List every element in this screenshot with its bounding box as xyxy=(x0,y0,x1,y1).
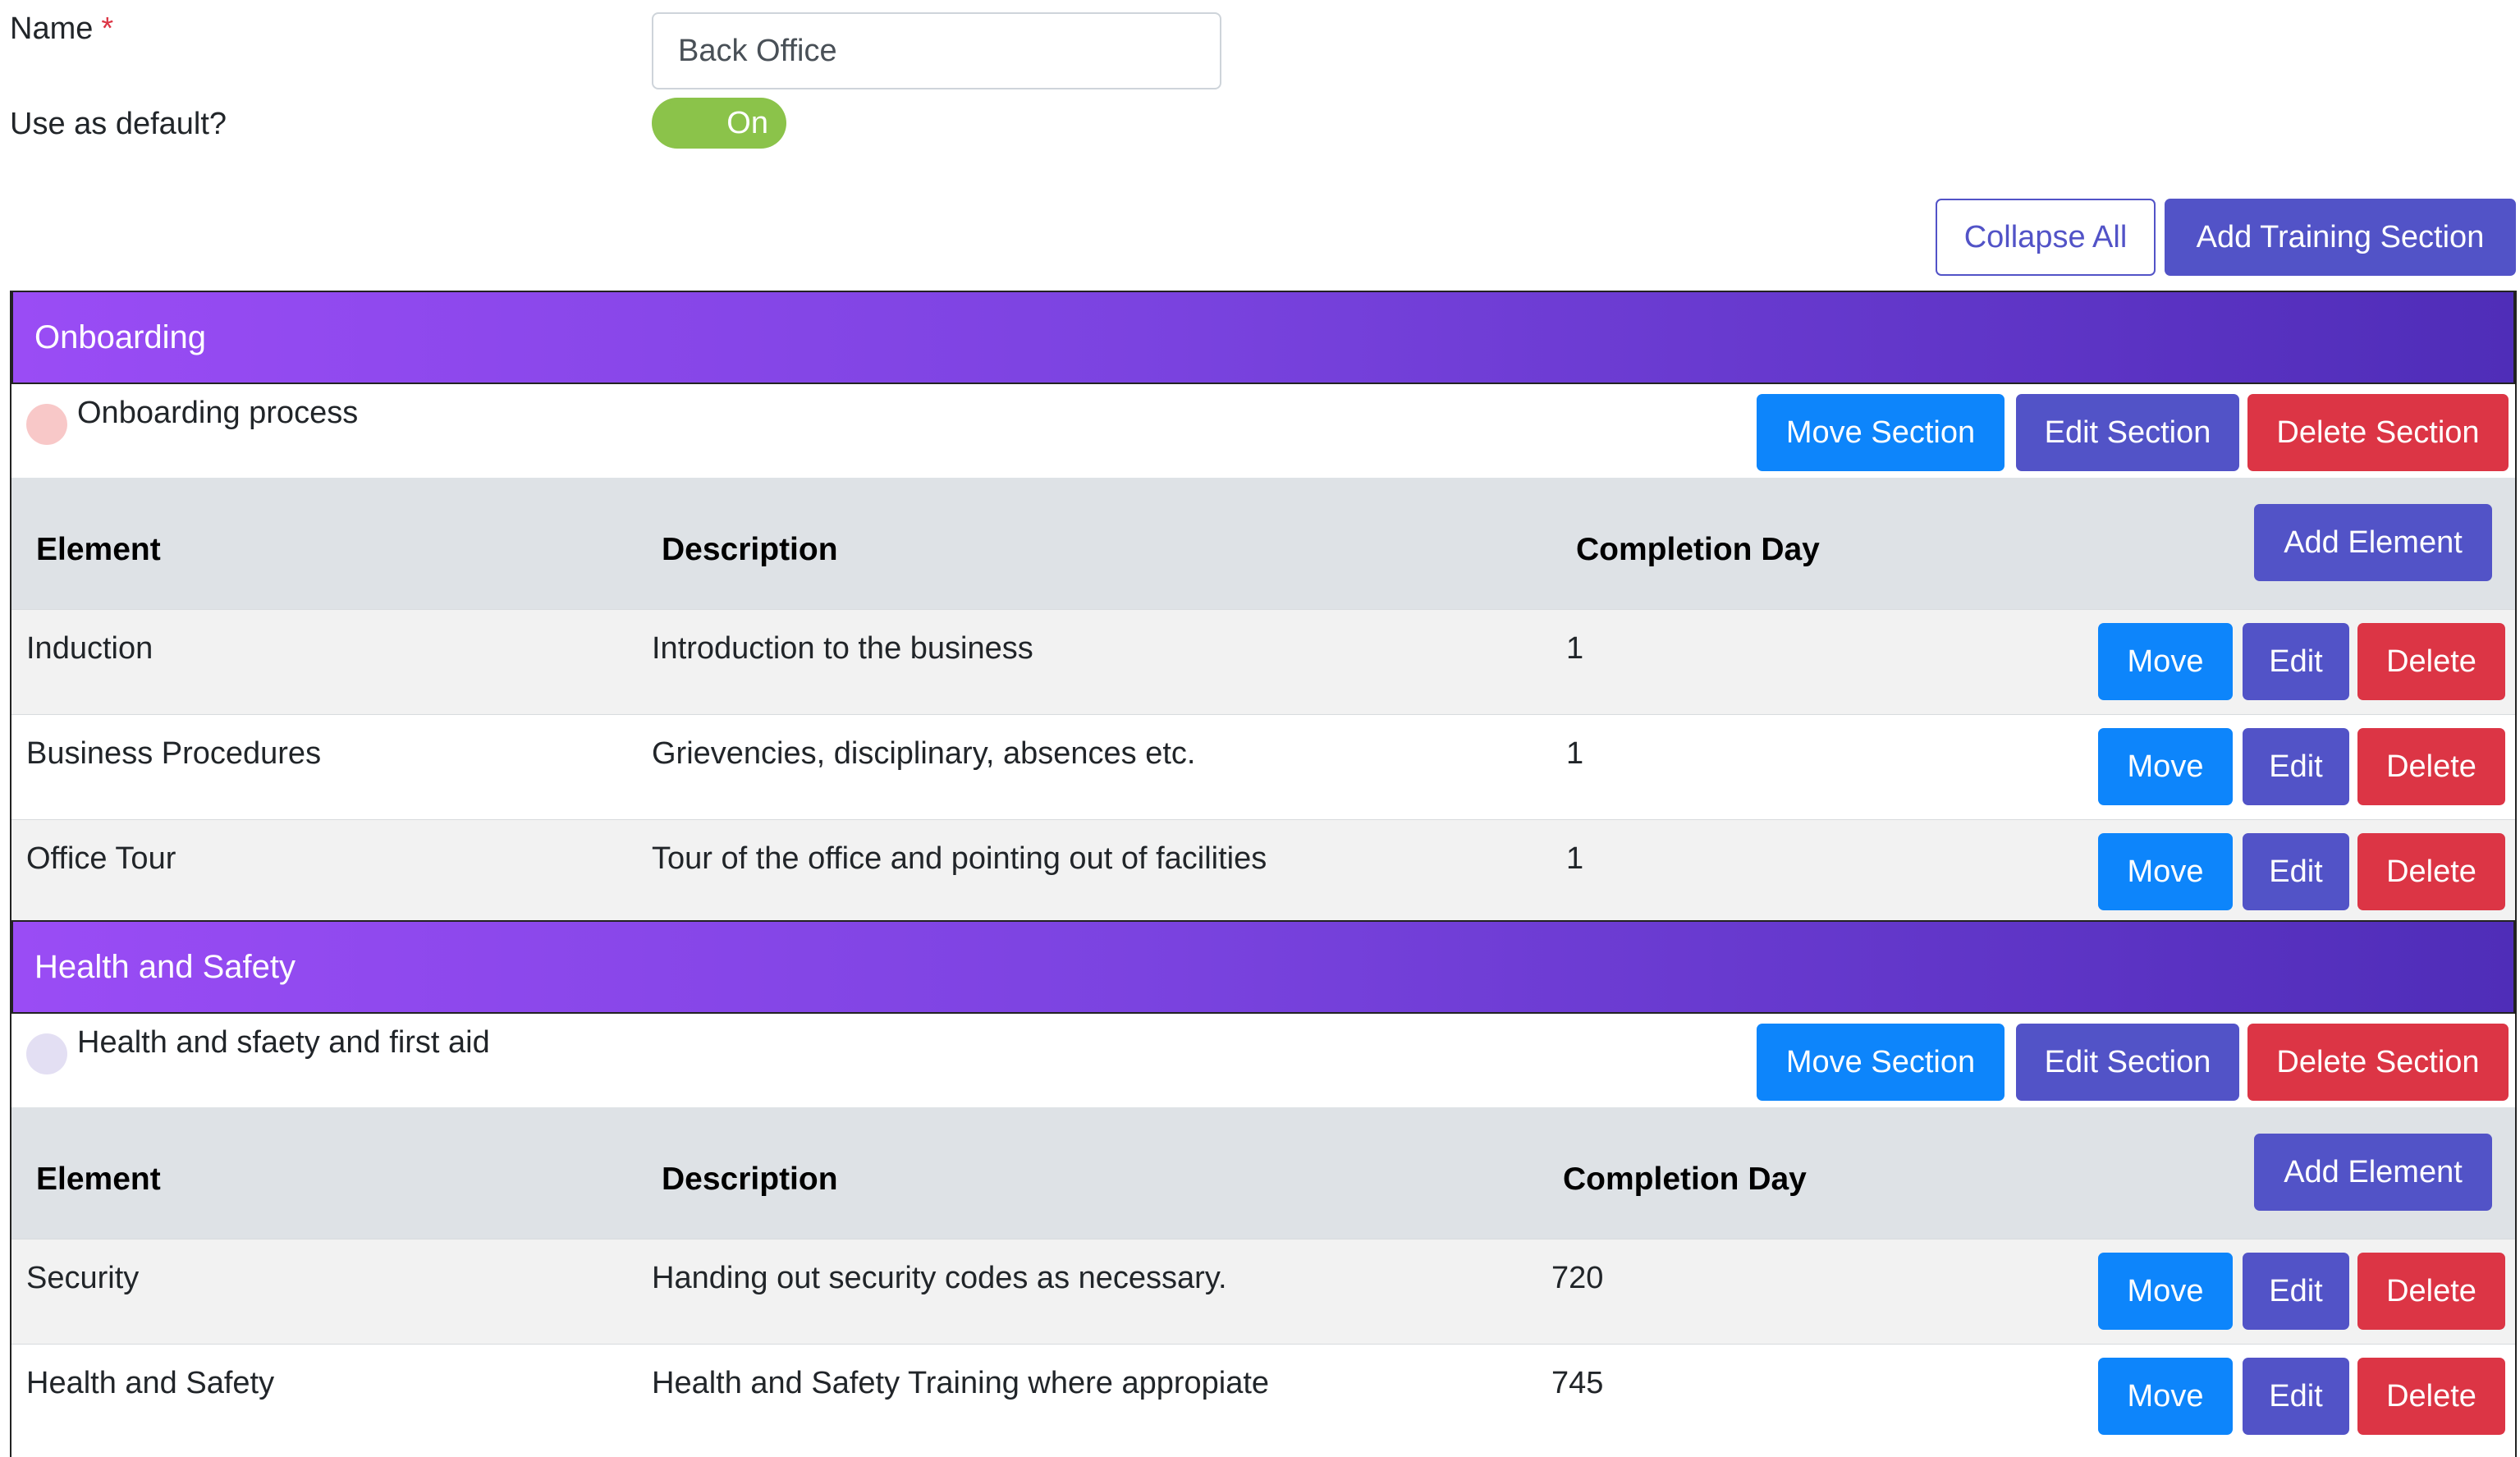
move-section-button[interactable]: Move Section xyxy=(1757,394,2005,471)
cell-element: Induction xyxy=(26,631,153,666)
column-header-completion-day: Completion Day xyxy=(1576,532,1820,567)
add-element-button[interactable]: Add Element xyxy=(2254,504,2492,581)
cell-element: Office Tour xyxy=(26,841,176,876)
column-header-element: Element xyxy=(36,1161,161,1197)
move-row-button[interactable]: Move xyxy=(2098,1253,2233,1330)
cell-completion-day: 1 xyxy=(1566,841,1584,876)
cell-description: Grievencies, disciplinary, absences etc. xyxy=(652,736,1196,771)
name-label-text: Name xyxy=(10,11,94,46)
section-header[interactable]: Health and Safety xyxy=(11,920,2515,1014)
move-row-button[interactable]: Move xyxy=(2098,623,2233,700)
cell-completion-day: 745 xyxy=(1551,1366,1604,1400)
section-title: Onboarding process xyxy=(77,396,359,430)
section-title: Health and sfaety and first aid xyxy=(77,1025,490,1060)
section-title-row: Health and sfaety and first aid Move Sec… xyxy=(11,1014,2515,1107)
collapse-all-button[interactable]: Collapse All xyxy=(1936,199,2156,276)
toggle-state-text: On xyxy=(726,106,768,140)
cell-description: Health and Safety Training where appropi… xyxy=(652,1366,1270,1400)
training-section: Onboarding Onboarding process Move Secti… xyxy=(10,291,2517,925)
use-as-default-toggle[interactable]: On xyxy=(652,98,786,149)
edit-section-button[interactable]: Edit Section xyxy=(2016,394,2239,471)
table-header: Element Description Completion Day Add E… xyxy=(11,478,2515,609)
required-marker: * xyxy=(101,11,114,46)
cell-element: Business Procedures xyxy=(26,736,322,771)
add-element-button[interactable]: Add Element xyxy=(2254,1134,2492,1211)
table-row: Business Procedures Grievencies, discipl… xyxy=(11,714,2515,820)
column-header-element: Element xyxy=(36,532,161,567)
cell-completion-day: 720 xyxy=(1551,1261,1604,1295)
cell-completion-day: 1 xyxy=(1566,631,1584,666)
edit-row-button[interactable]: Edit xyxy=(2243,833,2349,910)
section-title-row: Onboarding process Move Section Edit Sec… xyxy=(11,384,2515,478)
move-section-button[interactable]: Move Section xyxy=(1757,1024,2005,1101)
delete-row-button[interactable]: Delete xyxy=(2357,1358,2505,1435)
table-row: Health and Safety Health and Safety Trai… xyxy=(11,1344,2515,1450)
column-header-description: Description xyxy=(662,532,838,567)
section-header[interactable]: Onboarding xyxy=(11,291,2515,384)
delete-section-button[interactable]: Delete Section xyxy=(2247,394,2509,471)
move-row-button[interactable]: Move xyxy=(2098,1358,2233,1435)
delete-section-button[interactable]: Delete Section xyxy=(2247,1024,2509,1101)
add-training-section-button[interactable]: Add Training Section xyxy=(2165,199,2516,276)
table-row: Office Tour Tour of the office and point… xyxy=(11,819,2515,925)
delete-row-button[interactable]: Delete xyxy=(2357,728,2505,805)
edit-row-button[interactable]: Edit xyxy=(2243,1358,2349,1435)
training-section: Health and Safety Health and sfaety and … xyxy=(10,920,2517,1457)
section-color-dot xyxy=(26,1033,67,1074)
table-row: Security Handing out security codes as n… xyxy=(11,1239,2515,1345)
move-row-button[interactable]: Move xyxy=(2098,728,2233,805)
toggle-knob xyxy=(657,103,698,144)
cell-element: Health and Safety xyxy=(26,1366,275,1400)
edit-row-button[interactable]: Edit xyxy=(2243,1253,2349,1330)
cell-description: Handing out security codes as necessary. xyxy=(652,1261,1227,1295)
cell-description: Tour of the office and pointing out of f… xyxy=(652,841,1267,876)
cell-description: Introduction to the business xyxy=(652,631,1033,666)
move-row-button[interactable]: Move xyxy=(2098,833,2233,910)
delete-row-button[interactable]: Delete xyxy=(2357,623,2505,700)
delete-row-button[interactable]: Delete xyxy=(2357,833,2505,910)
use-as-default-label: Use as default? xyxy=(10,107,227,141)
name-label: Name * xyxy=(10,13,113,44)
section-color-dot xyxy=(26,404,67,445)
delete-row-button[interactable]: Delete xyxy=(2357,1253,2505,1330)
table-row: Induction Introduction to the business 1… xyxy=(11,609,2515,715)
cell-completion-day: 1 xyxy=(1566,736,1584,771)
edit-row-button[interactable]: Edit xyxy=(2243,623,2349,700)
column-header-completion-day: Completion Day xyxy=(1563,1161,1807,1197)
table-header: Element Description Completion Day Add E… xyxy=(11,1107,2515,1239)
name-input[interactable] xyxy=(652,12,1221,89)
edit-row-button[interactable]: Edit xyxy=(2243,728,2349,805)
column-header-description: Description xyxy=(662,1161,838,1197)
cell-element: Security xyxy=(26,1261,140,1295)
edit-section-button[interactable]: Edit Section xyxy=(2016,1024,2239,1101)
